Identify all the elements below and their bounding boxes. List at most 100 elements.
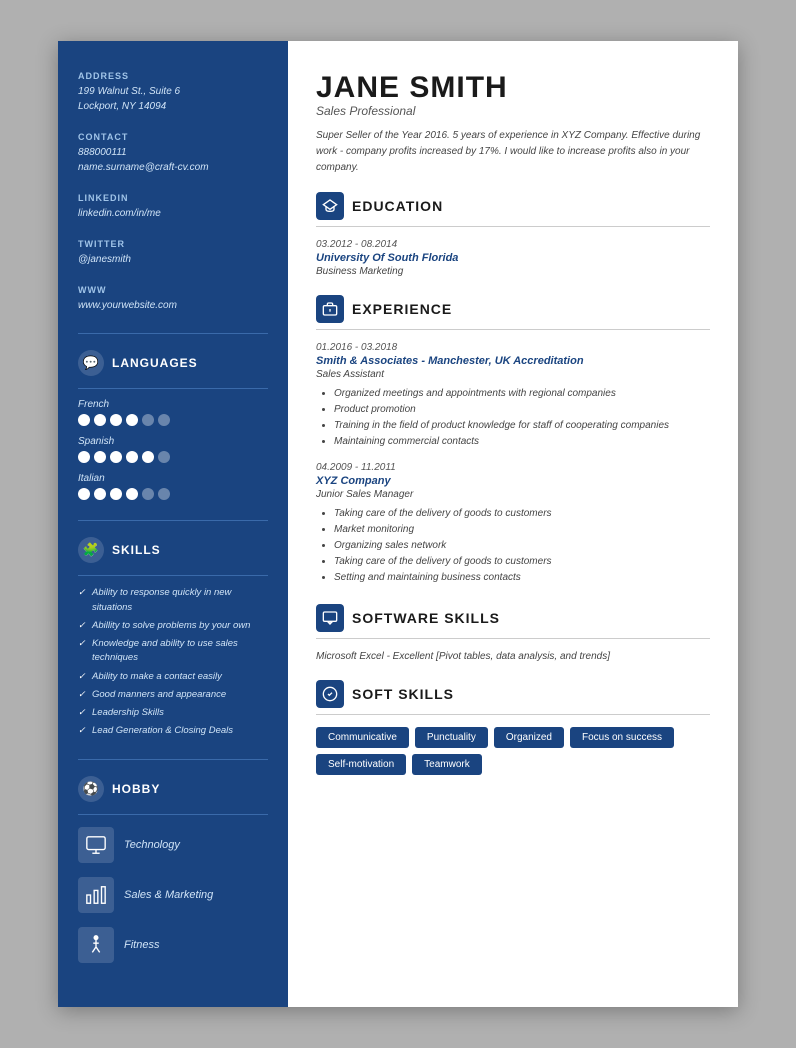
lang-spanish: Spanish [78,436,268,463]
list-item: Organized meetings and appointments with… [334,386,710,402]
skill-item: Ability to response quickly in new situa… [78,586,268,615]
twitter-label: TWITTER [78,239,268,249]
list-item: Setting and maintaining business contact… [334,570,710,586]
skill-item: Good manners and appearance [78,688,268,702]
twitter-value: @janesmith [78,252,268,267]
experience-title: EXPERIENCE [352,301,452,317]
badge-organized: Organized [494,727,564,748]
dot [142,451,154,463]
software-section: SOFTWARE SKILLS Microsoft Excel - Excell… [316,604,710,662]
dot [94,414,106,426]
languages-icon: 💬 [78,350,104,376]
languages-list: French Spanish [78,399,268,500]
languages-header: 💬 LANGUAGES [78,350,268,376]
address-label: ADDRESS [78,71,268,81]
education-org: University Of South Florida [316,252,710,264]
softskills-badges: Communicative Punctuality Organized Focu… [316,727,710,775]
dot-empty [158,488,170,500]
education-role: Business Marketing [316,266,710,277]
hobby-divider [78,814,268,815]
softskills-header: SOFT SKILLS [316,680,710,708]
contact-label: CONTACT [78,132,268,142]
linkedin-label: LINKEDIN [78,193,268,203]
address-section: ADDRESS 199 Walnut St., Suite 6Lockport,… [78,71,268,114]
dot [126,414,138,426]
linkedin-value: linkedin.com/in/me [78,206,268,221]
job2-role: Junior Sales Manager [316,489,710,500]
hobby-header: ⚽ HOBBY [78,776,268,802]
software-title: SOFTWARE SKILLS [352,610,500,626]
list-item: Maintaining commercial contacts [334,434,710,450]
skills-icon: 🧩 [78,537,104,563]
dot [110,488,122,500]
hobby-icon: ⚽ [78,776,104,802]
hobby-sales-icon [78,877,114,913]
dot [94,451,106,463]
resume-wrapper: ADDRESS 199 Walnut St., Suite 6Lockport,… [58,41,738,1006]
badge-communicative: Communicative [316,727,409,748]
hobby-technology-label: Technology [124,839,180,851]
dot [78,414,90,426]
experience-job-2: 04.2009 - 11.2011 XYZ Company Junior Sal… [316,462,710,586]
contact-value: 888000111name.surname@craft-cv.com [78,145,268,175]
hobby-fitness: Fitness [78,927,268,963]
dot [126,488,138,500]
lang-french: French [78,399,268,426]
lang-italian: Italian [78,473,268,500]
hobby-sales-label: Sales & Marketing [124,889,213,901]
education-section: EDUCATION 03.2012 - 08.2014 University O… [316,192,710,277]
job1-role: Sales Assistant [316,369,710,380]
languages-divider [78,388,268,389]
badge-focus: Focus on success [570,727,674,748]
job1-bullets: Organized meetings and appointments with… [316,386,710,450]
skill-item: Abillity to solve problems by your own [78,619,268,633]
skills-divider [78,575,268,576]
job2-date: 04.2009 - 11.2011 [316,462,710,473]
list-item: Organizing sales network [334,538,710,554]
hobby-sales: Sales & Marketing [78,877,268,913]
skills-header: 🧩 SKILLS [78,537,268,563]
hobby-technology-icon [78,827,114,863]
skill-item: Ability to make a contact easily [78,670,268,684]
job2-org: XYZ Company [316,475,710,487]
dot-empty [158,451,170,463]
lang-french-name: French [78,399,268,410]
hobby-fitness-icon [78,927,114,963]
hobby-technology: Technology [78,827,268,863]
hobby-title: HOBBY [112,782,160,796]
job2-bullets: Taking care of the delivery of goods to … [316,506,710,586]
experience-section: EXPERIENCE 01.2016 - 03.2018 Smith & Ass… [316,295,710,586]
software-text: Microsoft Excel - Excellent [Pivot table… [316,651,710,662]
hobbies-list: Technology Sales & Marketing [78,827,268,963]
linkedin-section: LINKEDIN linkedin.com/in/me [78,193,268,221]
experience-header: EXPERIENCE [316,295,710,323]
dot [110,414,122,426]
softskills-title: SOFT SKILLS [352,686,454,702]
twitter-section: TWITTER @janesmith [78,239,268,267]
www-value: www.yourwebsite.com [78,298,268,313]
skills-title: SKILLS [112,543,161,557]
sidebar-divider-2 [78,520,268,521]
dot [94,488,106,500]
education-line [316,226,710,227]
job1-org: Smith & Associates - Manchester, UK Accr… [316,355,710,367]
software-header: SOFTWARE SKILLS [316,604,710,632]
person-name: JANE SMITH [316,71,710,104]
education-date: 03.2012 - 08.2014 [316,239,710,250]
softskills-line [316,714,710,715]
experience-icon [316,295,344,323]
badge-punctuality: Punctuality [415,727,488,748]
lang-spanish-dots [78,451,268,463]
job1-date: 01.2016 - 03.2018 [316,342,710,353]
skills-list: Ability to response quickly in new situa… [78,586,268,738]
contact-section: CONTACT 888000111name.surname@craft-cv.c… [78,132,268,175]
dot-empty [142,414,154,426]
lang-spanish-name: Spanish [78,436,268,447]
dot [126,451,138,463]
experience-job-1: 01.2016 - 03.2018 Smith & Associates - M… [316,342,710,450]
badge-teamwork: Teamwork [412,754,482,775]
address-value: 199 Walnut St., Suite 6Lockport, NY 1409… [78,84,268,114]
experience-line [316,329,710,330]
sidebar: ADDRESS 199 Walnut St., Suite 6Lockport,… [58,41,288,1006]
lang-italian-name: Italian [78,473,268,484]
